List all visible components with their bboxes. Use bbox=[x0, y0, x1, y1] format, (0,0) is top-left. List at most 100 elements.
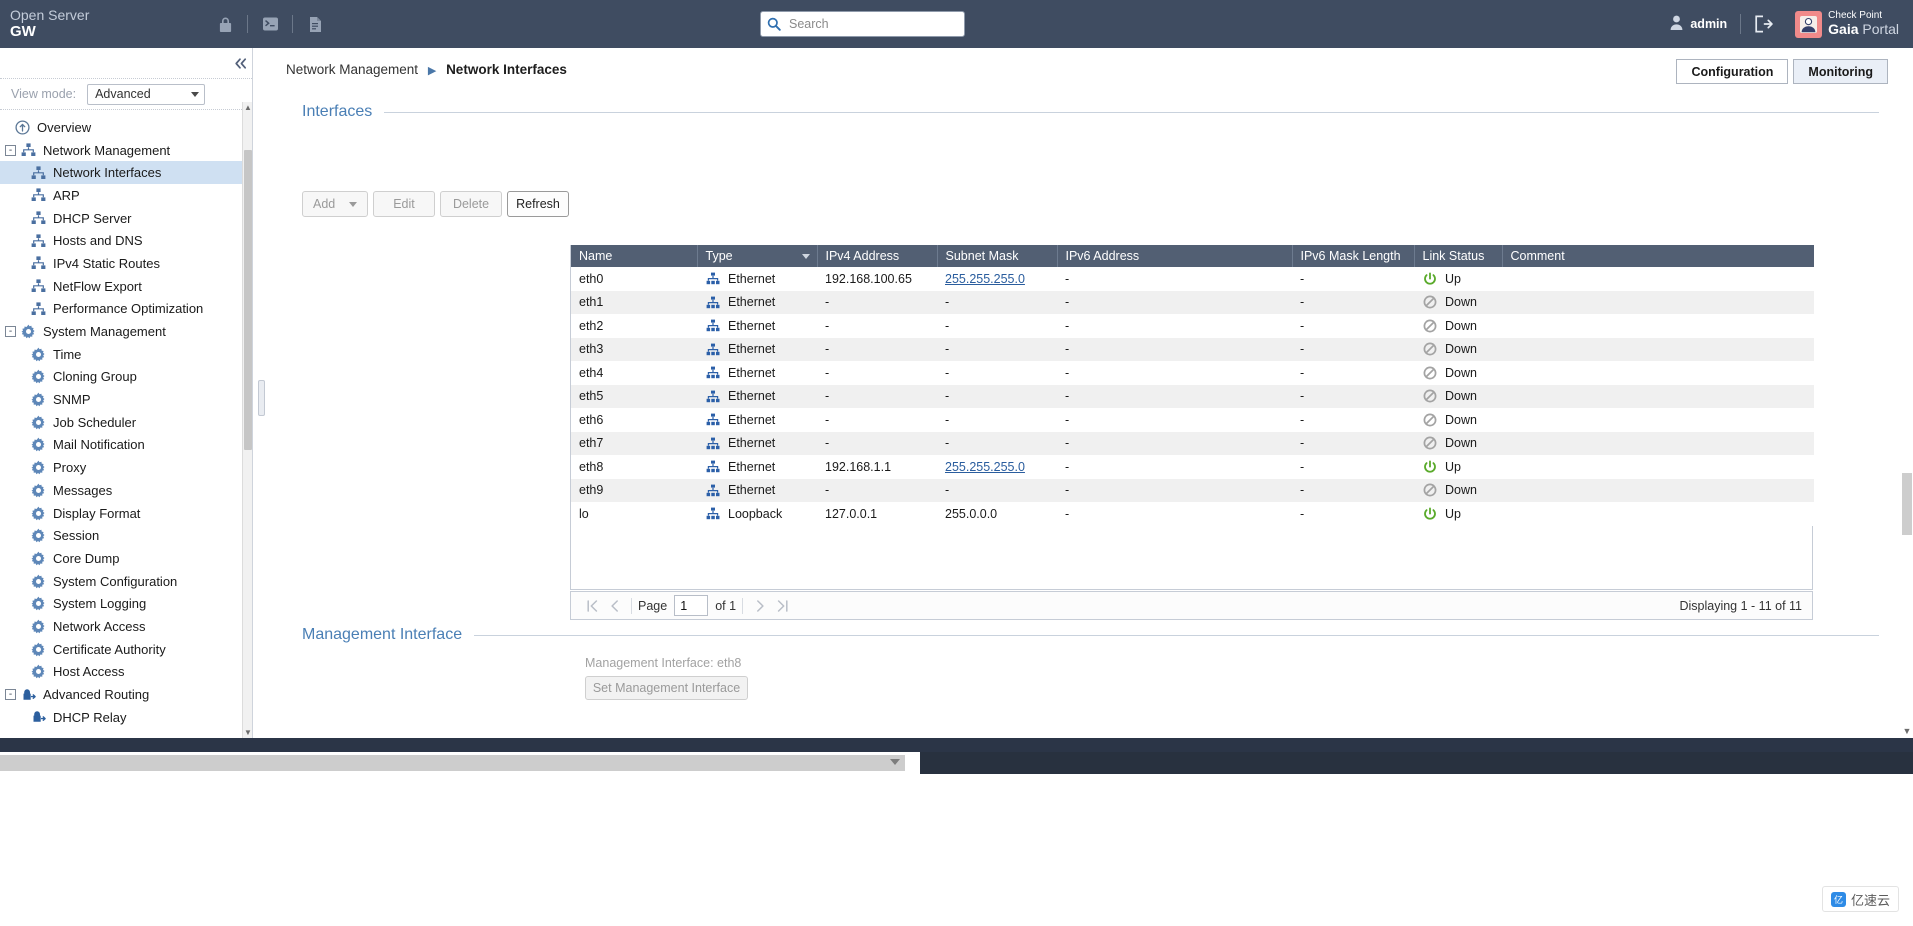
scroll-up-arrow-icon[interactable]: ▲ bbox=[243, 102, 252, 113]
sidebar-item-proxy[interactable]: Proxy bbox=[0, 456, 252, 479]
sidebar-item-host-access[interactable]: Host Access bbox=[0, 661, 252, 684]
last-page-icon[interactable] bbox=[771, 595, 793, 617]
sidebar-item-session[interactable]: Session bbox=[0, 524, 252, 547]
cell-subnet-mask: - bbox=[945, 295, 950, 310]
sidebar-item-network-access[interactable]: Network Access bbox=[0, 615, 252, 638]
tree-collapse-icon[interactable]: - bbox=[5, 144, 16, 156]
sidebar-item-ipv4-static-routes[interactable]: IPv4 Static Routes bbox=[0, 252, 252, 275]
scroll-down-arrow-icon[interactable]: ▼ bbox=[1901, 724, 1913, 738]
add-button[interactable]: Add bbox=[302, 191, 368, 217]
status-label: Down bbox=[1445, 342, 1477, 357]
sidebar-item-cloning-group[interactable]: Cloning Group bbox=[0, 366, 252, 389]
table-row[interactable]: eth8 Ethernet 192.168.1.1 255.255.255.0 - - Up bbox=[571, 455, 1814, 479]
set-management-interface-button[interactable]: Set Management Interface bbox=[585, 676, 748, 700]
sidebar-item-core-dump[interactable]: Core Dump bbox=[0, 547, 252, 570]
view-mode-select[interactable]: Advanced bbox=[87, 83, 206, 105]
column-header-ipv6-address[interactable]: IPv6 Address bbox=[1057, 245, 1293, 267]
table-row[interactable]: eth0 Ethernet 192.168.100.65 255.255.255.0 -… bbox=[571, 267, 1814, 291]
sidebar-scrollbar[interactable]: ▲ ▼ bbox=[242, 102, 252, 738]
lock-icon[interactable] bbox=[210, 11, 240, 37]
main-scroll-thumb[interactable] bbox=[1902, 473, 1912, 535]
collapse-left-icon[interactable] bbox=[230, 54, 250, 72]
search-input[interactable] bbox=[787, 16, 958, 32]
sidebar-item-system-management[interactable]: - System Management bbox=[0, 320, 252, 343]
subnet-mask-link[interactable]: 255.255.255.0 bbox=[945, 460, 1025, 474]
table-row[interactable]: eth4 Ethernet - - - - Down bbox=[571, 361, 1814, 385]
interfaces-section-header: Interfaces bbox=[302, 103, 1879, 121]
sidebar-item-network-management[interactable]: - Network Management bbox=[0, 139, 252, 162]
hscroll-thumb[interactable] bbox=[0, 755, 905, 771]
breadcrumb-parent[interactable]: Network Management bbox=[286, 62, 418, 77]
monitoring-button[interactable]: Monitoring bbox=[1793, 59, 1888, 84]
column-header-ipv6-mask-length[interactable]: IPv6 Mask Length bbox=[1292, 245, 1415, 267]
search-box[interactable] bbox=[760, 11, 965, 37]
sidebar-item-dhcp-server[interactable]: DHCP Server bbox=[0, 207, 252, 230]
sidebar-item-certificate-authority[interactable]: Certificate Authority bbox=[0, 638, 252, 661]
table-row[interactable]: eth5 Ethernet - - - - Down bbox=[571, 384, 1814, 408]
cell-subnet-mask[interactable]: 255.255.255.0 bbox=[937, 455, 1057, 479]
sidebar-scroll-thumb[interactable] bbox=[244, 150, 252, 450]
gaia-portal-logo[interactable]: Check Point Gaia Portal bbox=[1795, 10, 1899, 38]
sidebar-item-snmp[interactable]: SNMP bbox=[0, 388, 252, 411]
sidebar-item-network-interfaces[interactable]: Network Interfaces bbox=[0, 161, 252, 185]
table-row[interactable]: eth6 Ethernet - - - - Down bbox=[571, 408, 1814, 432]
sidebar-item-time[interactable]: Time bbox=[0, 343, 252, 366]
sidebar-item-messages[interactable]: Messages bbox=[0, 479, 252, 502]
user-menu[interactable]: admin bbox=[1670, 15, 1727, 33]
scroll-down-arrow-icon[interactable]: ▼ bbox=[243, 727, 252, 738]
sidebar-item-overview[interactable]: Overview bbox=[0, 116, 252, 139]
subnet-mask-link[interactable]: 255.255.255.0 bbox=[945, 272, 1025, 286]
table-row[interactable]: eth9 Ethernet - - - - Down bbox=[571, 478, 1814, 502]
first-page-icon[interactable] bbox=[581, 595, 603, 617]
delete-button[interactable]: Delete bbox=[440, 191, 502, 217]
edit-button[interactable]: Edit bbox=[373, 191, 435, 217]
sidebar-item-job-scheduler[interactable]: Job Scheduler bbox=[0, 411, 252, 434]
column-header-comment[interactable]: Comment bbox=[1502, 245, 1814, 267]
sidebar-item-mail-notification[interactable]: Mail Notification bbox=[0, 434, 252, 457]
column-header-link-status[interactable]: Link Status bbox=[1414, 245, 1503, 267]
sidebar-item-display-format[interactable]: Display Format bbox=[0, 502, 252, 525]
table-row[interactable]: eth3 Ethernet - - - - Down bbox=[571, 337, 1814, 361]
sidebar-item-performance-optimization[interactable]: Performance Optimization bbox=[0, 298, 252, 321]
sidebar-item-dhcp-relay[interactable]: DHCP Relay bbox=[0, 706, 252, 729]
table-row[interactable]: lo Loopback 127.0.0.1 255.0.0.0 - - Up bbox=[571, 502, 1814, 526]
sidebar-item-system-logging[interactable]: System Logging bbox=[0, 592, 252, 615]
column-header-label: IPv6 Mask Length bbox=[1300, 249, 1401, 263]
column-header-name[interactable]: Name bbox=[571, 245, 698, 267]
column-header-type[interactable]: Type bbox=[697, 245, 818, 267]
next-page-icon[interactable] bbox=[749, 595, 771, 617]
sidebar-item-label: Network Interfaces bbox=[53, 165, 162, 181]
ethernet-icon bbox=[705, 436, 721, 450]
column-header-subnet-mask[interactable]: Subnet Mask bbox=[937, 245, 1058, 267]
cell-subnet-mask[interactable]: 255.255.255.0 bbox=[937, 267, 1057, 291]
logout-icon[interactable] bbox=[1754, 15, 1773, 33]
header-right-group: admin Check Point Gaia Portal bbox=[1670, 0, 1913, 48]
table-row[interactable]: eth1 Ethernet - - - - Down bbox=[571, 290, 1814, 314]
table-row[interactable]: eth2 Ethernet - - - - Down bbox=[571, 314, 1814, 338]
cell-ipv6-mask-length: - bbox=[1300, 506, 1305, 521]
sidebar-item-netflow-export[interactable]: NetFlow Export bbox=[0, 275, 252, 298]
sidebar-item-hosts-and-dns[interactable]: Hosts and DNS bbox=[0, 229, 252, 252]
page-number-input[interactable] bbox=[674, 595, 709, 616]
sidebar-resize-handle[interactable] bbox=[258, 380, 265, 416]
mode-button-group: Configuration Monitoring bbox=[1676, 59, 1888, 84]
document-icon[interactable] bbox=[300, 11, 330, 37]
refresh-button[interactable]: Refresh bbox=[507, 191, 569, 217]
configuration-button[interactable]: Configuration bbox=[1676, 59, 1789, 84]
column-header-ipv4-address[interactable]: IPv4 Address bbox=[817, 245, 938, 267]
cell-subnet-mask: - bbox=[945, 412, 950, 427]
status-down-icon bbox=[1422, 388, 1438, 404]
chevron-down-icon bbox=[191, 91, 200, 97]
tree-collapse-icon[interactable]: - bbox=[5, 689, 16, 701]
sidebar-item-system-configuration[interactable]: System Configuration bbox=[0, 570, 252, 593]
table-row[interactable]: eth7 Ethernet - - - - Down bbox=[571, 431, 1814, 455]
terminal-icon[interactable] bbox=[255, 11, 285, 37]
hscroll-track[interactable] bbox=[0, 752, 920, 774]
horizontal-scrollbar[interactable] bbox=[0, 752, 1913, 774]
sidebar-item-arp[interactable]: ARP bbox=[0, 184, 252, 207]
prev-page-icon[interactable] bbox=[603, 595, 625, 617]
sidebar-item-advanced-routing[interactable]: - Advanced Routing bbox=[0, 683, 252, 706]
ethernet-icon bbox=[705, 483, 721, 497]
tree-collapse-icon[interactable]: - bbox=[5, 326, 16, 338]
main-scrollbar[interactable]: ▼ bbox=[1901, 48, 1913, 738]
